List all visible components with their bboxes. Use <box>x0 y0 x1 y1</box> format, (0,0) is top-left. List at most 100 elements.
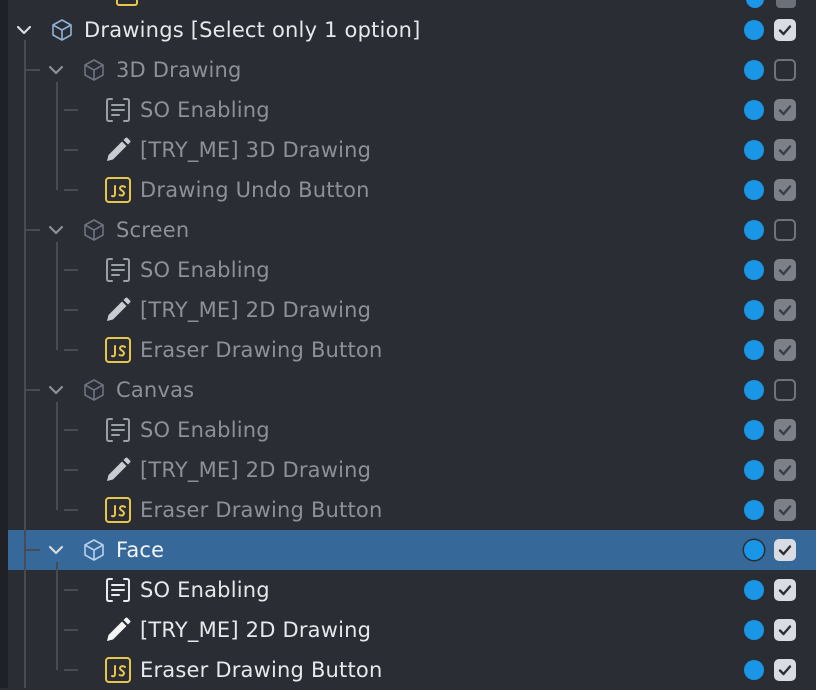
tree-row-item[interactable]: SO Enabling <box>8 90 816 130</box>
status-dot[interactable] <box>744 620 764 640</box>
cube-icon <box>80 216 108 244</box>
enabled-checkbox-checked[interactable] <box>774 619 796 641</box>
tree-guide-line <box>56 82 58 190</box>
tree-guide-line <box>56 242 58 350</box>
status-dot[interactable] <box>744 420 764 440</box>
status-dot[interactable] <box>744 100 764 120</box>
chevron-down-icon[interactable] <box>48 382 64 398</box>
status-dot[interactable] <box>744 300 764 320</box>
enabled-checkbox-checked[interactable] <box>774 579 796 601</box>
status-dot[interactable] <box>744 380 764 400</box>
status-dot[interactable] <box>744 260 764 280</box>
status-dot[interactable] <box>744 340 764 360</box>
script-icon <box>104 576 132 604</box>
enabled-checkbox-checked[interactable] <box>774 339 796 361</box>
enabled-checkbox-checked[interactable] <box>774 299 796 321</box>
pencil-icon <box>104 616 132 644</box>
tree-row-group[interactable]: Screen <box>8 210 816 250</box>
tree-guide-line <box>64 189 78 191</box>
item-label: Canvas <box>116 378 195 402</box>
status-dot[interactable] <box>744 460 764 480</box>
enabled-checkbox-checked[interactable] <box>774 19 796 41</box>
tree-guide-line <box>26 229 40 231</box>
enabled-checkbox-checked[interactable] <box>774 259 796 281</box>
item-label: Drawing Undo Button <box>140 178 370 202</box>
tree-row-group[interactable]: Face <box>8 530 816 570</box>
tree-row-item[interactable]: [TRY_ME] 3D Drawing <box>8 130 816 170</box>
tree-row-group[interactable]: 3D Drawing <box>8 50 816 90</box>
status-dot[interactable] <box>744 660 764 680</box>
status-dot[interactable] <box>744 540 764 560</box>
pencil-icon <box>104 136 132 164</box>
item-label: SO Enabling <box>140 418 270 442</box>
tree-guide-line <box>64 349 78 351</box>
pencil-icon <box>104 456 132 484</box>
cube-icon <box>80 56 108 84</box>
item-label: Eraser Drawing Button <box>140 338 383 362</box>
item-label: Face <box>116 538 165 562</box>
tree-row-item[interactable]: SO Enabling <box>8 250 816 290</box>
status-dot[interactable] <box>744 180 764 200</box>
tree-row-item[interactable]: SO Enabling <box>8 410 816 450</box>
tree-row-item[interactable]: Eraser Drawing Button <box>8 650 816 690</box>
js-icon <box>116 0 138 6</box>
js-icon <box>104 656 132 684</box>
script-icon <box>104 416 132 444</box>
status-dot[interactable] <box>746 0 764 8</box>
enabled-checkbox-checked[interactable] <box>774 499 796 521</box>
tree-guide-line <box>56 402 58 510</box>
chevron-down-icon[interactable] <box>48 542 64 558</box>
enabled-checkbox-unchecked[interactable] <box>774 59 796 81</box>
chevron-down-icon[interactable] <box>48 222 64 238</box>
enabled-checkbox-checked[interactable] <box>774 459 796 481</box>
enabled-checkbox-checked[interactable] <box>774 179 796 201</box>
tree-guide-line <box>64 629 78 631</box>
enabled-checkbox-checked[interactable] <box>774 139 796 161</box>
enabled-checkbox-unchecked[interactable] <box>774 379 796 401</box>
tree-guide-line <box>64 589 78 591</box>
tree-row-item[interactable]: Eraser Drawing Button <box>8 490 816 530</box>
js-icon <box>104 496 132 524</box>
enabled-checkbox-unchecked[interactable] <box>774 219 796 241</box>
status-dot[interactable] <box>744 220 764 240</box>
status-dot[interactable] <box>744 580 764 600</box>
tree-guide-line <box>56 562 58 670</box>
status-dot[interactable] <box>744 60 764 80</box>
status-dot[interactable] <box>744 140 764 160</box>
item-label: 3D Drawing <box>116 58 242 82</box>
cube-icon <box>48 16 76 44</box>
tree-row-group[interactable]: Canvas <box>8 370 816 410</box>
tree-row-item[interactable]: [TRY_ME] 2D Drawing <box>8 290 816 330</box>
tree-guide-line <box>64 269 78 271</box>
enabled-checkbox-checked[interactable] <box>774 419 796 441</box>
hierarchy-tree: Drawings [Select only 1 option] 3D Drawin… <box>8 0 816 688</box>
tree-guide-line <box>64 429 78 431</box>
script-icon <box>104 96 132 124</box>
enabled-checkbox-checked[interactable] <box>774 99 796 121</box>
enabled-checkbox-checked[interactable] <box>774 539 796 561</box>
tree-row-item[interactable]: [TRY_ME] 2D Drawing <box>8 610 816 650</box>
tree-row-item[interactable]: Drawing Undo Button <box>8 170 816 210</box>
tree-guide-line <box>26 389 40 391</box>
tree-row-item[interactable]: [TRY_ME] 2D Drawing <box>8 450 816 490</box>
cube-icon <box>80 536 108 564</box>
enabled-checkbox[interactable] <box>776 0 796 8</box>
tree-guide-line <box>64 469 78 471</box>
item-label: [TRY_ME] 2D Drawing <box>140 458 372 482</box>
status-dot[interactable] <box>744 500 764 520</box>
panel-left-edge <box>0 0 8 688</box>
tree-row-root[interactable]: Drawings [Select only 1 option] <box>8 10 816 50</box>
tree-guide-line <box>26 69 40 71</box>
chevron-down-icon[interactable] <box>48 62 64 78</box>
chevron-down-icon[interactable] <box>16 22 32 38</box>
item-label: SO Enabling <box>140 98 270 122</box>
enabled-checkbox-checked[interactable] <box>774 659 796 681</box>
item-label: Screen <box>116 218 190 242</box>
tree-row-item[interactable]: SO Enabling <box>8 570 816 610</box>
status-dot[interactable] <box>744 20 764 40</box>
tree-guide-line <box>64 669 78 671</box>
tree-guide-line <box>26 549 40 551</box>
tree-row-item[interactable]: Eraser Drawing Button <box>8 330 816 370</box>
tree-guide-line <box>24 40 26 688</box>
tree-guide-line <box>64 309 78 311</box>
